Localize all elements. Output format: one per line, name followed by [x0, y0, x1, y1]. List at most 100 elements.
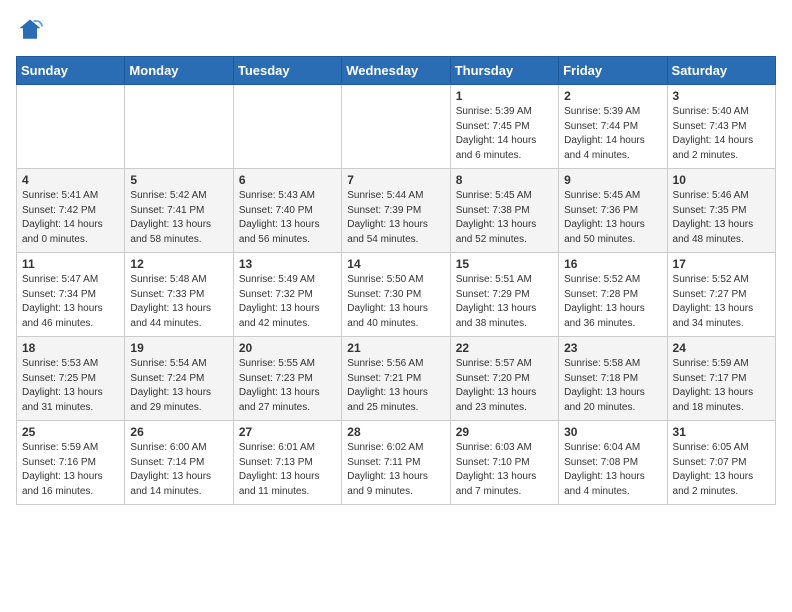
day-info: Sunrise: 5:59 AMSunset: 7:17 PMDaylight:…: [673, 357, 770, 415]
calendar-cell: 18Sunrise: 5:53 AMSunset: 7:25 PMDayligh…: [17, 337, 125, 421]
day-info: Sunrise: 6:05 AMSunset: 7:07 PMDaylight:…: [673, 441, 770, 499]
day-info: Sunrise: 5:45 AMSunset: 7:36 PMDaylight:…: [564, 189, 661, 247]
day-info: Sunrise: 6:00 AMSunset: 7:14 PMDaylight:…: [130, 441, 227, 499]
day-info: Sunrise: 5:50 AMSunset: 7:30 PMDaylight:…: [347, 273, 444, 331]
weekday-header-thursday: Thursday: [450, 57, 558, 85]
weekday-header-tuesday: Tuesday: [233, 57, 341, 85]
calendar-cell: 25 Sunrise: 5:59 AMSunset: 7:16 PMDayligh…: [17, 421, 125, 505]
day-number: 23: [564, 341, 661, 355]
calendar-cell: 29 Sunrise: 6:03 AMSunset: 7:10 PMDayligh…: [450, 421, 558, 505]
day-number: 30: [564, 425, 661, 439]
calendar-cell: [125, 85, 233, 169]
day-info: Sunrise: 5:54 AMSunset: 7:24 PMDaylight:…: [130, 357, 227, 415]
day-number: 5: [130, 173, 227, 187]
day-number: 6: [239, 173, 336, 187]
logo-icon: [16, 16, 44, 44]
calendar-cell: 22 Sunrise: 5:57 AMSunset: 7:20 PMDayligh…: [450, 337, 558, 421]
calendar-cell: [17, 85, 125, 169]
day-info: Sunrise: 5:58 AMSunset: 7:18 PMDaylight:…: [564, 357, 661, 415]
calendar-cell: 7Sunrise: 5:44 AMSunset: 7:39 PMDaylight…: [342, 169, 450, 253]
calendar-cell: 31Sunrise: 6:05 AMSunset: 7:07 PMDayligh…: [667, 421, 775, 505]
day-info: Sunrise: 5:45 AMSunset: 7:38 PMDaylight:…: [456, 189, 553, 247]
calendar-week-4: 18Sunrise: 5:53 AMSunset: 7:25 PMDayligh…: [17, 337, 776, 421]
day-number: 8: [456, 173, 553, 187]
day-info: Sunrise: 5:49 AMSunset: 7:32 PMDaylight:…: [239, 273, 336, 331]
page-header: [16, 16, 776, 44]
calendar-cell: 12 Sunrise: 5:48 AMSunset: 7:33 PMDayligh…: [125, 253, 233, 337]
day-number: 28: [347, 425, 444, 439]
weekday-header-friday: Friday: [559, 57, 667, 85]
day-info: Sunrise: 5:53 AMSunset: 7:25 PMDaylight:…: [22, 357, 119, 415]
weekday-header-sunday: Sunday: [17, 57, 125, 85]
day-number: 1: [456, 89, 553, 103]
day-info: Sunrise: 6:02 AMSunset: 7:11 PMDaylight:…: [347, 441, 444, 499]
calendar-cell: 24 Sunrise: 5:59 AMSunset: 7:17 PMDayligh…: [667, 337, 775, 421]
day-number: 21: [347, 341, 444, 355]
calendar-cell: 6 Sunrise: 5:43 AMSunset: 7:40 PMDaylight…: [233, 169, 341, 253]
day-number: 10: [673, 173, 770, 187]
weekday-header-row: SundayMondayTuesdayWednesdayThursdayFrid…: [17, 57, 776, 85]
calendar-cell: 19 Sunrise: 5:54 AMSunset: 7:24 PMDayligh…: [125, 337, 233, 421]
day-info: Sunrise: 6:04 AMSunset: 7:08 PMDaylight:…: [564, 441, 661, 499]
day-number: 4: [22, 173, 119, 187]
day-number: 3: [673, 89, 770, 103]
calendar-cell: 10 Sunrise: 5:46 AMSunset: 7:35 PMDayligh…: [667, 169, 775, 253]
day-number: 15: [456, 257, 553, 271]
day-number: 29: [456, 425, 553, 439]
calendar-cell: 4 Sunrise: 5:41 AMSunset: 7:42 PMDaylight…: [17, 169, 125, 253]
calendar-week-1: 1 Sunrise: 5:39 AMSunset: 7:45 PMDaylight…: [17, 85, 776, 169]
day-number: 11: [22, 257, 119, 271]
day-number: 16: [564, 257, 661, 271]
day-number: 22: [456, 341, 553, 355]
day-info: Sunrise: 6:03 AMSunset: 7:10 PMDaylight:…: [456, 441, 553, 499]
day-info: Sunrise: 5:39 AMSunset: 7:44 PMDaylight:…: [564, 105, 661, 163]
calendar-cell: 5 Sunrise: 5:42 AMSunset: 7:41 PMDaylight…: [125, 169, 233, 253]
calendar-cell: 16 Sunrise: 5:52 AMSunset: 7:28 PMDayligh…: [559, 253, 667, 337]
day-info: Sunrise: 5:59 AMSunset: 7:16 PMDaylight:…: [22, 441, 119, 499]
day-info: Sunrise: 5:57 AMSunset: 7:20 PMDaylight:…: [456, 357, 553, 415]
calendar-week-5: 25 Sunrise: 5:59 AMSunset: 7:16 PMDayligh…: [17, 421, 776, 505]
calendar-cell: 3 Sunrise: 5:40 AMSunset: 7:43 PMDaylight…: [667, 85, 775, 169]
day-number: 20: [239, 341, 336, 355]
day-number: 19: [130, 341, 227, 355]
day-number: 14: [347, 257, 444, 271]
day-info: Sunrise: 5:48 AMSunset: 7:33 PMDaylight:…: [130, 273, 227, 331]
calendar-cell: 23 Sunrise: 5:58 AMSunset: 7:18 PMDayligh…: [559, 337, 667, 421]
calendar-cell: 1 Sunrise: 5:39 AMSunset: 7:45 PMDaylight…: [450, 85, 558, 169]
calendar-cell: 15 Sunrise: 5:51 AMSunset: 7:29 PMDayligh…: [450, 253, 558, 337]
day-number: 9: [564, 173, 661, 187]
calendar-cell: 8 Sunrise: 5:45 AMSunset: 7:38 PMDaylight…: [450, 169, 558, 253]
day-info: Sunrise: 5:51 AMSunset: 7:29 PMDaylight:…: [456, 273, 553, 331]
calendar-cell: 28 Sunrise: 6:02 AMSunset: 7:11 PMDayligh…: [342, 421, 450, 505]
day-info: Sunrise: 5:44 AMSunset: 7:39 PMDaylight:…: [347, 189, 444, 247]
day-info: Sunrise: 5:52 AMSunset: 7:28 PMDaylight:…: [564, 273, 661, 331]
calendar-cell: 30 Sunrise: 6:04 AMSunset: 7:08 PMDayligh…: [559, 421, 667, 505]
calendar-cell: [342, 85, 450, 169]
day-number: 17: [673, 257, 770, 271]
calendar-cell: 14 Sunrise: 5:50 AMSunset: 7:30 PMDayligh…: [342, 253, 450, 337]
calendar-week-3: 11Sunrise: 5:47 AMSunset: 7:34 PMDayligh…: [17, 253, 776, 337]
weekday-header-saturday: Saturday: [667, 57, 775, 85]
calendar-cell: 27 Sunrise: 6:01 AMSunset: 7:13 PMDayligh…: [233, 421, 341, 505]
day-info: Sunrise: 5:43 AMSunset: 7:40 PMDaylight:…: [239, 189, 336, 247]
weekday-header-monday: Monday: [125, 57, 233, 85]
day-number: 27: [239, 425, 336, 439]
day-number: 25: [22, 425, 119, 439]
day-info: Sunrise: 5:40 AMSunset: 7:43 PMDaylight:…: [673, 105, 770, 163]
day-number: 24: [673, 341, 770, 355]
calendar-cell: 11Sunrise: 5:47 AMSunset: 7:34 PMDayligh…: [17, 253, 125, 337]
calendar-cell: 21 Sunrise: 5:56 AMSunset: 7:21 PMDayligh…: [342, 337, 450, 421]
day-info: Sunrise: 5:46 AMSunset: 7:35 PMDaylight:…: [673, 189, 770, 247]
calendar-cell: 20 Sunrise: 5:55 AMSunset: 7:23 PMDayligh…: [233, 337, 341, 421]
day-number: 13: [239, 257, 336, 271]
calendar-cell: 9 Sunrise: 5:45 AMSunset: 7:36 PMDaylight…: [559, 169, 667, 253]
day-info: Sunrise: 5:42 AMSunset: 7:41 PMDaylight:…: [130, 189, 227, 247]
day-info: Sunrise: 5:55 AMSunset: 7:23 PMDaylight:…: [239, 357, 336, 415]
day-info: Sunrise: 5:41 AMSunset: 7:42 PMDaylight:…: [22, 189, 119, 247]
day-info: Sunrise: 6:01 AMSunset: 7:13 PMDaylight:…: [239, 441, 336, 499]
calendar-cell: 17Sunrise: 5:52 AMSunset: 7:27 PMDayligh…: [667, 253, 775, 337]
calendar-cell: 26Sunrise: 6:00 AMSunset: 7:14 PMDayligh…: [125, 421, 233, 505]
day-number: 12: [130, 257, 227, 271]
day-info: Sunrise: 5:39 AMSunset: 7:45 PMDaylight:…: [456, 105, 553, 163]
day-info: Sunrise: 5:56 AMSunset: 7:21 PMDaylight:…: [347, 357, 444, 415]
